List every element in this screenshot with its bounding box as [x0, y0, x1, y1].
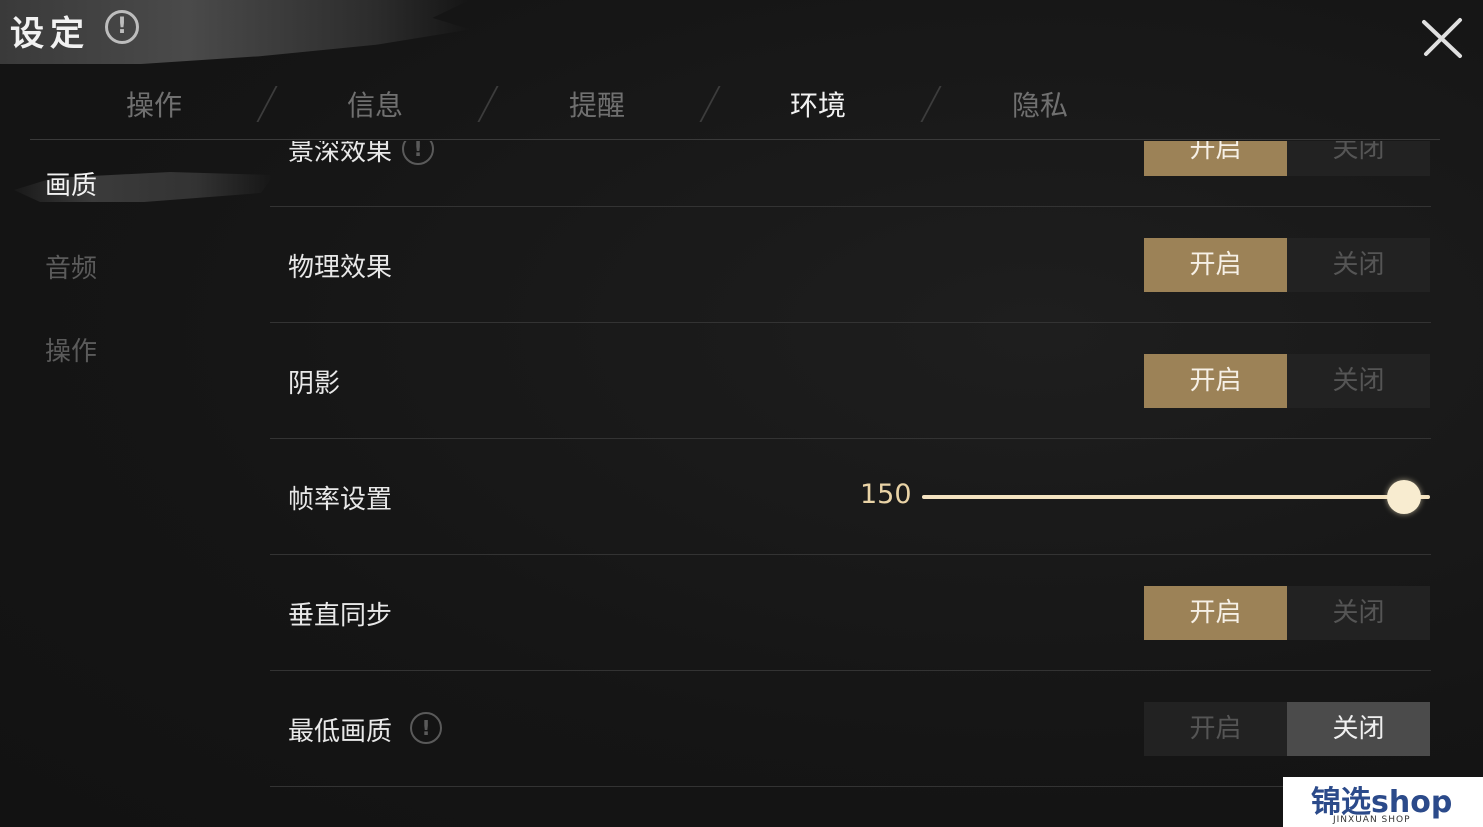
close-button[interactable]	[1420, 16, 1464, 60]
tab-operation[interactable]: 操作	[84, 84, 224, 124]
settings-list: 景深效果 ! 开启 关闭 物理效果 开启 关闭 阴影 开启 关闭 帧率设置 15…	[270, 141, 1431, 827]
tab-privacy[interactable]: 隐私	[970, 84, 1110, 124]
close-icon	[1422, 18, 1462, 58]
setting-label: 物理效果	[288, 253, 393, 283]
settings-screen: 设定 ! 操作 信息 提醒 环境 隐私 画质 音频 操作 景深效果 ! 开启 关…	[0, 0, 1483, 827]
toggle-depth-of-field: 开启 关闭	[1144, 141, 1430, 176]
tab-separator	[256, 86, 278, 122]
setting-row-shadow: 阴影 开启 关闭	[270, 323, 1431, 439]
tab-bar: 操作 信息 提醒 环境 隐私	[30, 78, 1440, 140]
setting-row-lowest-quality: 最低画质 ! 开启 关闭	[270, 671, 1431, 787]
sidebar-item-controls[interactable]: 操作	[45, 331, 97, 368]
toggle-physics: 开启 关闭	[1144, 238, 1430, 292]
toggle-shadow: 开启 关闭	[1144, 354, 1430, 408]
toggle-lowest-quality: 开启 关闭	[1144, 702, 1430, 756]
toggle-on-option[interactable]: 开启	[1144, 141, 1287, 176]
tab-separator	[699, 86, 721, 122]
info-icon[interactable]: !	[410, 712, 442, 744]
tab-separator	[920, 86, 942, 122]
sidebar-item-audio[interactable]: 音频	[45, 248, 97, 285]
tab-environment[interactable]: 环境	[748, 84, 888, 124]
tab-reminder[interactable]: 提醒	[527, 84, 667, 124]
setting-row-physics: 物理效果 开启 关闭	[270, 207, 1431, 323]
setting-label: 帧率设置	[288, 485, 393, 515]
toggle-vsync: 开启 关闭	[1144, 586, 1430, 640]
framerate-value: 150	[860, 479, 912, 510]
setting-label: 阴影	[288, 369, 341, 399]
setting-row-vsync: 垂直同步 开启 关闭	[270, 555, 1431, 671]
toggle-off-option[interactable]: 关闭	[1287, 238, 1430, 292]
toggle-off-option[interactable]: 关闭	[1287, 354, 1430, 408]
setting-label: 景深效果	[288, 141, 393, 167]
watermark-subtext: JINXUAN SHOP	[1333, 815, 1411, 825]
framerate-slider-knob[interactable]	[1387, 480, 1421, 514]
tab-info[interactable]: 信息	[305, 84, 445, 124]
toggle-on-option[interactable]: 开启	[1144, 238, 1287, 292]
help-icon[interactable]: !	[105, 10, 139, 44]
watermark-logo: 锦选shop JINXUAN SHOP	[1283, 777, 1483, 827]
framerate-slider-track[interactable]	[922, 495, 1430, 499]
tab-separator	[477, 86, 499, 122]
setting-label: 垂直同步	[288, 601, 393, 631]
sidebar-item-graphics[interactable]: 画质	[45, 165, 97, 202]
setting-row-framerate: 帧率设置 150	[270, 439, 1431, 555]
toggle-off-option[interactable]: 关闭	[1287, 586, 1430, 640]
page-title: 设定	[10, 14, 90, 54]
toggle-off-option[interactable]: 关闭	[1287, 141, 1430, 176]
toggle-off-option[interactable]: 关闭	[1287, 702, 1430, 756]
toggle-on-option[interactable]: 开启	[1144, 586, 1287, 640]
info-icon[interactable]: !	[402, 141, 434, 165]
setting-row-depth-of-field: 景深效果 ! 开启 关闭	[270, 141, 1431, 207]
toggle-on-option[interactable]: 开启	[1144, 702, 1287, 756]
toggle-on-option[interactable]: 开启	[1144, 354, 1287, 408]
setting-label: 最低画质	[288, 717, 393, 747]
